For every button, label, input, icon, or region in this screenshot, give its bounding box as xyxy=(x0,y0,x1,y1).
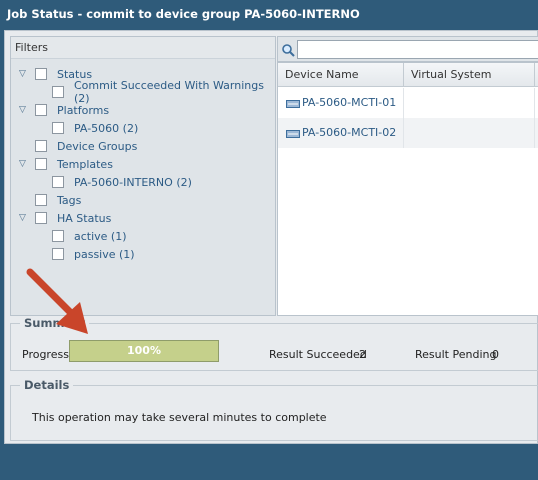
filter-item-label: HA Status xyxy=(57,211,112,225)
filter-item[interactable]: ▽ Templates xyxy=(19,155,113,173)
result-pending-label: Result Pending xyxy=(415,348,497,361)
triangle-down-icon[interactable]: ▽ xyxy=(19,69,28,79)
filter-item-label: active (1) xyxy=(74,229,127,243)
column-header-device-name[interactable]: Device Name xyxy=(278,63,404,87)
details-section: Details This operation may take several … xyxy=(10,378,538,441)
filter-checkbox[interactable] xyxy=(52,176,64,188)
search-icon[interactable] xyxy=(281,43,295,57)
result-succeeded-value: 2 xyxy=(359,348,366,361)
device-name: PA-5060-MCTI-02 xyxy=(302,126,397,139)
progress-bar: 100% xyxy=(69,340,219,362)
filter-item-label: Tags xyxy=(57,193,82,207)
result-pending-value: 0 xyxy=(492,348,499,361)
details-legend: Details xyxy=(20,378,74,392)
red-arrow-icon xyxy=(26,268,88,334)
filter-checkbox[interactable] xyxy=(35,104,47,116)
filter-item[interactable]: PA-5060-INTERNO (2) xyxy=(52,173,192,191)
filter-item-label: PA-5060 (2) xyxy=(74,121,139,135)
result-succeeded-label: Result Succeeded xyxy=(269,348,367,361)
virtual-system-cell xyxy=(404,118,535,148)
filter-item[interactable]: passive (1) xyxy=(52,245,135,263)
triangle-down-icon xyxy=(19,196,28,205)
window-title: Job Status - commit to device group PA-5… xyxy=(0,0,538,30)
grid-header: Device Name Virtual System xyxy=(278,63,538,87)
filter-item-label: Platforms xyxy=(57,103,110,117)
virtual-system-cell xyxy=(404,88,535,118)
filter-item[interactable]: PA-5060 (2) xyxy=(52,119,138,137)
filter-item[interactable]: Tags xyxy=(19,191,81,209)
job-status-dialog: Filters ▽ Status Commit Succeeded With War… xyxy=(4,30,538,444)
filters-header: Filters xyxy=(11,37,275,59)
filter-checkbox[interactable] xyxy=(35,140,47,152)
table-row[interactable]: PA-5060-MCTI-02 xyxy=(278,118,538,148)
device-icon xyxy=(286,130,300,138)
filter-item-label: PA-5060-INTERNO (2) xyxy=(74,175,192,189)
filter-checkbox[interactable] xyxy=(35,68,47,80)
filter-checkbox[interactable] xyxy=(35,194,47,206)
device-grid: Device Name Virtual System PA-5060-MCTI-… xyxy=(277,62,538,316)
triangle-down-icon[interactable]: ▽ xyxy=(19,159,28,169)
progress-text: 100% xyxy=(127,344,161,357)
filter-item-label: Device Groups xyxy=(57,139,138,153)
device-name-cell: PA-5060-MCTI-02 xyxy=(278,118,404,148)
device-name-cell: PA-5060-MCTI-01 xyxy=(278,88,404,118)
progress-label: Progress xyxy=(22,348,69,361)
triangle-down-icon[interactable]: ▽ xyxy=(19,213,28,223)
column-header-virtual-system[interactable]: Virtual System xyxy=(404,63,535,87)
filter-checkbox[interactable] xyxy=(35,158,47,170)
search-input[interactable] xyxy=(297,40,538,59)
dialog-footer xyxy=(0,444,538,480)
triangle-down-icon xyxy=(19,142,28,151)
device-icon xyxy=(286,100,300,108)
device-name: PA-5060-MCTI-01 xyxy=(302,96,397,109)
filter-item[interactable]: Commit Succeeded With Warnings (2) xyxy=(52,79,275,105)
filter-checkbox[interactable] xyxy=(52,122,64,134)
filter-checkbox[interactable] xyxy=(52,248,64,260)
triangle-down-icon[interactable]: ▽ xyxy=(19,105,28,115)
filter-checkbox[interactable] xyxy=(52,230,64,242)
filter-checkbox[interactable] xyxy=(52,86,64,98)
filter-item-label: passive (1) xyxy=(74,247,135,261)
filter-item[interactable]: ▽ HA Status xyxy=(19,209,111,227)
filter-item[interactable]: Device Groups xyxy=(19,137,137,155)
search-bar xyxy=(277,36,538,62)
filter-item[interactable]: active (1) xyxy=(52,227,127,245)
filter-checkbox[interactable] xyxy=(35,212,47,224)
filter-item[interactable]: ▽ Platforms xyxy=(19,101,109,119)
filter-item-label: Templates xyxy=(57,157,113,171)
details-text: This operation may take several minutes … xyxy=(32,411,327,424)
table-row[interactable]: PA-5060-MCTI-01 xyxy=(278,88,538,118)
